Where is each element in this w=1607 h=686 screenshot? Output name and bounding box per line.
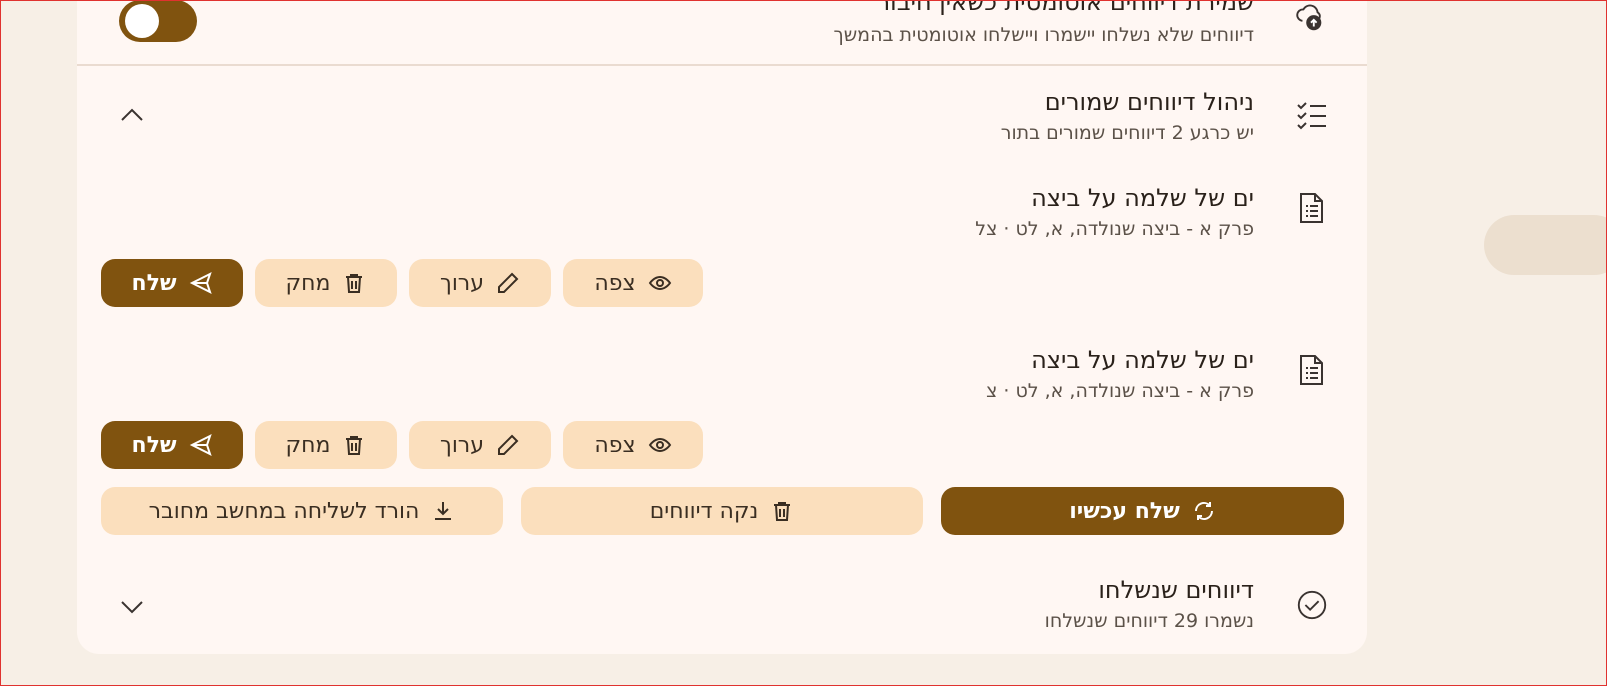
chevron-down-icon[interactable] bbox=[117, 592, 147, 622]
chevron-up-icon[interactable] bbox=[117, 100, 147, 130]
delete-button[interactable]: מחק bbox=[255, 259, 397, 307]
download-icon bbox=[435, 502, 452, 520]
autosave-subtitle: דיווחים שלא נשלחו יישמרו ויישלחו אוטומטי… bbox=[833, 24, 1255, 46]
report-title: ים של שלמה על ביצה bbox=[1031, 184, 1254, 212]
eye-icon bbox=[648, 275, 671, 291]
edit-label: ערוך bbox=[440, 270, 484, 296]
delete-label: מחק bbox=[285, 432, 331, 458]
autosave-toggle[interactable] bbox=[119, 0, 197, 42]
trash-icon bbox=[774, 502, 791, 521]
delete-label: מחק bbox=[285, 270, 331, 296]
send-button[interactable]: שלח bbox=[101, 421, 243, 469]
send-button[interactable]: שלח bbox=[101, 259, 243, 307]
pencil-icon bbox=[498, 272, 519, 293]
report-subtitle: פרק א - ביצה שנולדה, א, לט · צ bbox=[986, 380, 1254, 402]
download-label: הורד לשליחה במחשב מחובר bbox=[148, 498, 420, 524]
edit-button[interactable]: ערוך bbox=[409, 259, 551, 307]
view-button[interactable]: צפה bbox=[563, 259, 703, 307]
sent-reports-title: דיווחים שנשלחו bbox=[1098, 576, 1254, 604]
trash-icon bbox=[346, 274, 363, 293]
saved-reports-subtitle: יש כרגע 2 דיווחים שמורים בתור bbox=[1000, 122, 1254, 144]
pencil-icon bbox=[498, 434, 519, 455]
send-icon bbox=[189, 272, 212, 294]
trash-icon bbox=[346, 436, 363, 455]
divider bbox=[77, 64, 1367, 66]
sent-reports-subtitle: נשמרו 29 דיווחים שנשלחו bbox=[1044, 610, 1254, 632]
toggle-knob bbox=[125, 4, 159, 38]
cloud-upload-icon bbox=[1293, 0, 1327, 34]
checklist-icon bbox=[1294, 97, 1330, 133]
delete-button[interactable]: מחק bbox=[255, 421, 397, 469]
sent-reports-header[interactable]: דיווחים שנשלחו נשמרו 29 דיווחים שנשלחו bbox=[77, 568, 1367, 638]
side-scroll-handle[interactable] bbox=[1484, 215, 1607, 275]
document-icon bbox=[1293, 352, 1329, 388]
report-subtitle: פרק א - ביצה שנולדה, א, לט · צל bbox=[975, 218, 1254, 240]
view-button[interactable]: צפה bbox=[563, 421, 703, 469]
saved-report-item: ים של שלמה על ביצה פרק א - ביצה שנולדה, … bbox=[77, 178, 1367, 258]
saved-reports-header[interactable]: ניהול דיווחים שמורים יש כרגע 2 דיווחים ש… bbox=[77, 80, 1367, 150]
view-label: צפה bbox=[594, 270, 636, 296]
autosave-row: שמירת דיווחים אוטומטית כשאין חיבור דיווח… bbox=[77, 0, 1367, 64]
report-title: ים של שלמה על ביצה bbox=[1031, 346, 1254, 374]
refresh-icon bbox=[1194, 502, 1213, 520]
check-circle-icon bbox=[1295, 588, 1329, 622]
autosave-title: שמירת דיווחים אוטומטית כשאין חיבור bbox=[876, 0, 1254, 16]
document-icon bbox=[1293, 190, 1329, 226]
clear-label: נקה דיווחים bbox=[649, 498, 759, 524]
send-icon bbox=[189, 434, 212, 456]
send-now-button[interactable]: שלח עכשיו bbox=[941, 487, 1344, 535]
send-label: שלח bbox=[131, 270, 177, 296]
send-label: שלח bbox=[131, 432, 177, 458]
send-now-label: שלח עכשיו bbox=[1069, 498, 1180, 524]
saved-reports-title: ניהול דיווחים שמורים bbox=[1044, 88, 1254, 116]
saved-report-item: ים של שלמה על ביצה פרק א - ביצה שנולדה, … bbox=[77, 340, 1367, 420]
view-label: צפה bbox=[594, 432, 636, 458]
edit-button[interactable]: ערוך bbox=[409, 421, 551, 469]
clear-reports-button[interactable]: נקה דיווחים bbox=[521, 487, 923, 535]
edit-label: ערוך bbox=[440, 432, 484, 458]
download-button[interactable]: הורד לשליחה במחשב מחובר bbox=[101, 487, 503, 535]
eye-icon bbox=[648, 437, 671, 453]
